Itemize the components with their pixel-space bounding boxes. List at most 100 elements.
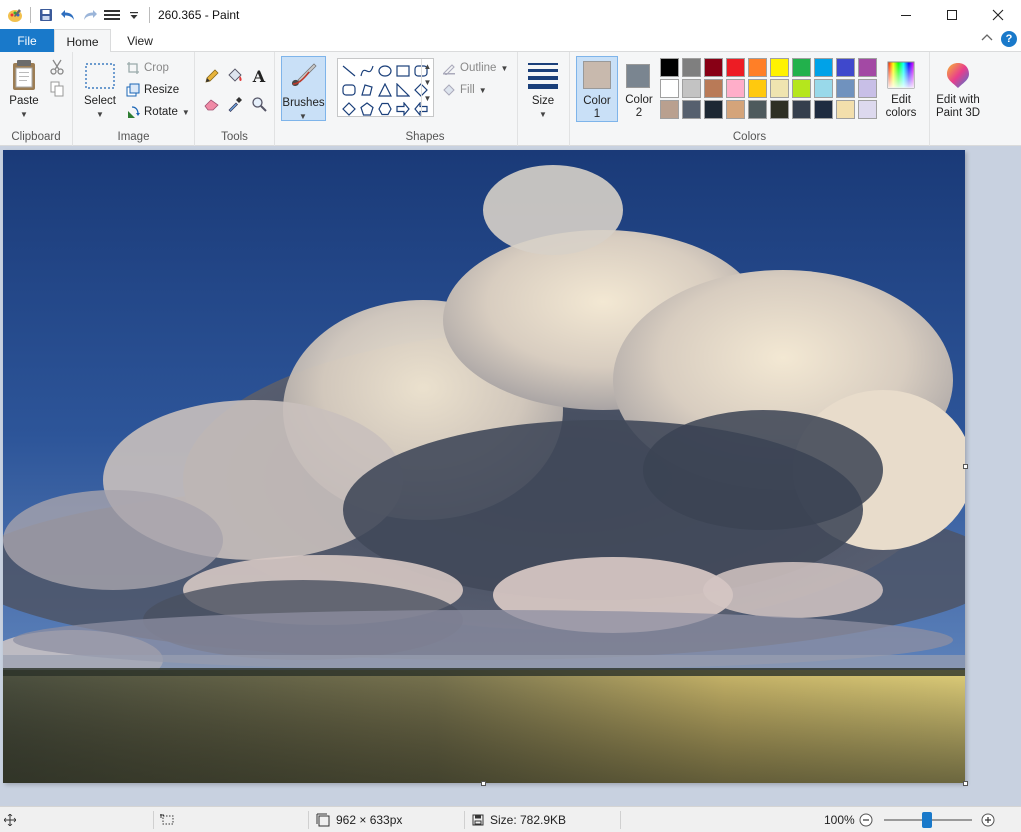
palette-swatch[interactable] <box>814 100 833 119</box>
copy-icon[interactable] <box>48 80 66 98</box>
zoom-in-icon[interactable] <box>981 807 995 832</box>
status-separator <box>153 811 154 829</box>
close-icon[interactable] <box>975 0 1021 29</box>
rounded-rect-shape-icon[interactable] <box>340 80 358 99</box>
outline-dropdown-icon: ▼ <box>500 63 509 73</box>
oval-shape-icon[interactable] <box>376 61 394 80</box>
fill-button[interactable]: Fill ▼ <box>442 83 487 97</box>
palette-swatch[interactable] <box>836 79 855 98</box>
palette-swatch[interactable] <box>858 100 877 119</box>
palette-swatch[interactable] <box>858 79 877 98</box>
shapes-more-icon[interactable]: ▼ <box>422 94 433 103</box>
palette-swatch[interactable] <box>726 100 745 119</box>
palette-swatch[interactable] <box>682 100 701 119</box>
palette-swatch[interactable] <box>836 100 855 119</box>
maximize-icon[interactable] <box>929 0 975 29</box>
tab-view[interactable]: View <box>118 29 162 52</box>
edit-with-paint3d-button[interactable]: Edit with Paint 3D <box>932 56 984 122</box>
size-label[interactable]: Size <box>526 95 560 107</box>
shapes-scroll-up-icon[interactable]: ▲ <box>422 62 433 71</box>
color2-button[interactable]: Color 2 <box>620 56 658 122</box>
shapes-scroll-down-icon[interactable]: ▼ <box>422 78 433 87</box>
palette-swatch[interactable] <box>682 58 701 77</box>
edit-colors-button[interactable]: Edit colors <box>883 56 919 122</box>
palette-swatch[interactable] <box>770 79 789 98</box>
minimize-icon[interactable] <box>883 0 929 29</box>
diamond2-shape-icon[interactable] <box>340 99 358 118</box>
palette-swatch[interactable] <box>748 79 767 98</box>
help-icon[interactable]: ? <box>1001 31 1017 47</box>
fill-bucket-icon[interactable] <box>225 66 245 86</box>
shapes-gallery[interactable] <box>337 58 434 117</box>
palette-swatch[interactable] <box>792 100 811 119</box>
right-triangle-shape-icon[interactable] <box>394 80 412 99</box>
palette-swatch[interactable] <box>682 79 701 98</box>
palette-swatch[interactable] <box>748 100 767 119</box>
crop-button[interactable]: Crop <box>126 61 169 75</box>
polygon-shape-icon[interactable] <box>358 80 376 99</box>
palette-swatch[interactable] <box>814 58 833 77</box>
paste-label[interactable]: Paste <box>6 95 42 107</box>
outline-button[interactable]: Outline ▼ <box>442 61 508 75</box>
palette-swatch[interactable] <box>792 58 811 77</box>
palette-swatch[interactable] <box>660 58 679 77</box>
pencil-icon[interactable] <box>202 66 222 86</box>
palette-swatch[interactable] <box>770 58 789 77</box>
shapes-scroll[interactable]: ▲ ▼ ▼ <box>421 59 433 116</box>
size-icon[interactable] <box>526 60 560 90</box>
undo-icon[interactable] <box>57 4 79 26</box>
paste-dropdown-icon[interactable]: ▼ <box>20 110 28 119</box>
select-dropdown-icon[interactable]: ▼ <box>96 110 104 119</box>
palette-swatch[interactable] <box>770 100 789 119</box>
zoom-slider-thumb[interactable] <box>922 812 932 828</box>
redo-icon[interactable] <box>79 4 101 26</box>
magnifier-icon[interactable] <box>249 94 269 114</box>
brush-icon <box>288 59 320 91</box>
right-arrow-shape-icon[interactable] <box>394 99 412 118</box>
properties-icon[interactable] <box>101 4 123 26</box>
palette-swatch[interactable] <box>704 58 723 77</box>
color-picker-icon[interactable] <box>225 94 245 114</box>
palette-swatch[interactable] <box>726 79 745 98</box>
zoom-out-icon[interactable] <box>859 807 873 832</box>
paste-icon[interactable] <box>9 58 39 92</box>
palette-swatch[interactable] <box>660 79 679 98</box>
pentagon-shape-icon[interactable] <box>358 99 376 118</box>
resize-handle-bottom[interactable] <box>481 781 486 786</box>
canvas-workspace[interactable] <box>0 146 1021 806</box>
eraser-icon[interactable] <box>202 94 222 114</box>
text-tool-icon[interactable]: A <box>249 66 269 86</box>
tab-home[interactable]: Home <box>54 29 111 53</box>
tab-file[interactable]: File <box>0 29 54 52</box>
palette-swatch[interactable] <box>792 79 811 98</box>
resize-handle-corner[interactable] <box>963 781 968 786</box>
rectangle-shape-icon[interactable] <box>394 61 412 80</box>
brushes-button[interactable]: Brushes ▼ <box>281 56 326 121</box>
line-shape-icon[interactable] <box>340 61 358 80</box>
palette-swatch[interactable] <box>726 58 745 77</box>
palette-swatch[interactable] <box>748 58 767 77</box>
paint-app-icon[interactable] <box>4 4 26 26</box>
palette-swatch[interactable] <box>704 100 723 119</box>
palette-swatch[interactable] <box>814 79 833 98</box>
hexagon-shape-icon[interactable] <box>376 99 394 118</box>
resize-button[interactable]: Resize <box>126 83 179 97</box>
palette-swatch[interactable] <box>660 100 679 119</box>
collapse-ribbon-icon[interactable] <box>981 32 993 46</box>
size-dropdown-icon[interactable]: ▼ <box>539 110 547 119</box>
triangle-shape-icon[interactable] <box>376 80 394 99</box>
curve-shape-icon[interactable] <box>358 61 376 80</box>
resize-handle-right[interactable] <box>963 464 968 469</box>
drawing-canvas[interactable] <box>3 150 965 783</box>
palette-swatch[interactable] <box>704 79 723 98</box>
select-icon[interactable] <box>83 61 117 91</box>
selection-icon <box>160 814 174 825</box>
palette-swatch[interactable] <box>836 58 855 77</box>
palette-swatch[interactable] <box>858 58 877 77</box>
color1-button[interactable]: Color 1 <box>576 56 618 122</box>
customize-qat-icon[interactable] <box>123 4 145 26</box>
select-label[interactable]: Select <box>81 95 119 107</box>
save-icon[interactable] <box>35 4 57 26</box>
rotate-button[interactable]: Rotate ▼ <box>126 105 190 119</box>
cut-icon[interactable] <box>48 58 66 76</box>
